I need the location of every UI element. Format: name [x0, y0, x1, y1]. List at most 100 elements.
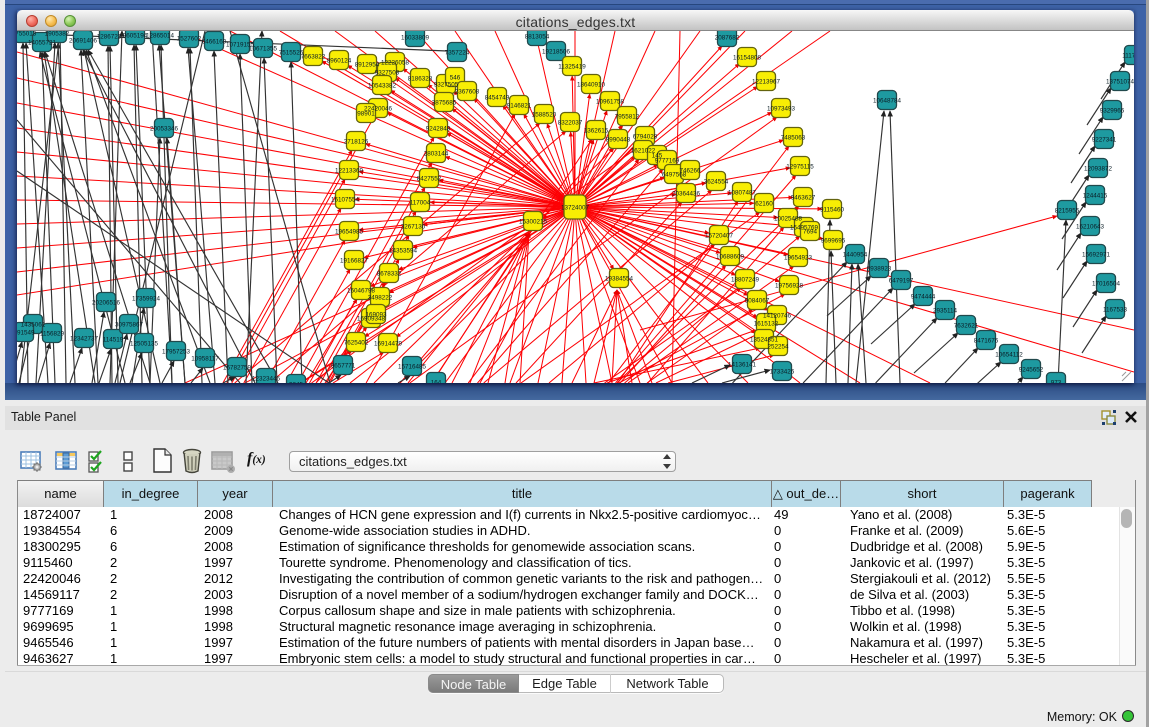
svg-text:9146821: 9146821 [507, 102, 532, 109]
svg-text:3267130: 3267130 [401, 223, 426, 230]
svg-text:8454749: 8454749 [485, 94, 510, 101]
svg-text:546: 546 [450, 74, 461, 81]
svg-text:10961758: 10961758 [596, 98, 625, 105]
svg-text:8186328: 8186328 [408, 75, 433, 82]
svg-text:10025488: 10025488 [774, 215, 803, 222]
svg-text:8813054: 8813054 [525, 33, 550, 40]
svg-text:8322037: 8322037 [558, 119, 583, 126]
svg-text:16782759: 16782759 [223, 364, 252, 371]
svg-text:1733426: 1733426 [770, 368, 795, 375]
svg-text:1167533: 1167533 [1103, 306, 1128, 313]
svg-text:973: 973 [1051, 379, 1062, 383]
svg-text:19384554: 19384554 [605, 275, 634, 282]
svg-text:19654985: 19654985 [335, 228, 364, 235]
svg-text:1905382: 1905382 [45, 31, 70, 37]
svg-text:8678332: 8678332 [377, 270, 402, 277]
svg-text:9463627: 9463627 [791, 194, 816, 201]
svg-text:9777169: 9777169 [655, 157, 680, 164]
svg-text:7632621: 7632621 [954, 322, 979, 329]
svg-text:16210643: 16210643 [1076, 223, 1105, 230]
svg-text:14136141: 14136141 [728, 361, 757, 368]
svg-text:13751074: 13751074 [1106, 78, 1134, 85]
svg-text:13524851: 13524851 [750, 336, 779, 343]
svg-text:18640910: 18640910 [577, 81, 606, 88]
svg-text:15300215: 15300215 [519, 218, 548, 225]
svg-text:7625402: 7625402 [344, 339, 369, 346]
svg-text:8427552: 8427552 [417, 175, 442, 182]
svg-text:117004: 117004 [410, 199, 431, 206]
svg-text:9084067: 9084067 [745, 297, 770, 304]
svg-text:8471676: 8471676 [974, 337, 999, 344]
svg-text:14353594: 14353594 [389, 247, 418, 254]
svg-text:1156829: 1156829 [40, 330, 65, 337]
svg-text:8912954: 8912954 [355, 61, 380, 68]
svg-text:20691406: 20691406 [69, 37, 98, 44]
svg-text:10688609: 10688609 [716, 253, 745, 260]
svg-text:12226058: 12226058 [381, 59, 410, 66]
svg-text:746266: 746266 [679, 167, 701, 174]
svg-text:20053346: 20053346 [150, 125, 179, 132]
svg-text:9245652: 9245652 [1019, 366, 1044, 373]
svg-text:10807487: 10807487 [728, 189, 757, 196]
svg-text:1362615: 1362615 [584, 127, 609, 134]
svg-text:17957253: 17957253 [162, 348, 191, 355]
svg-text:164: 164 [431, 379, 442, 383]
svg-text:2935114: 2935114 [933, 307, 958, 314]
svg-text:11325419: 11325419 [558, 63, 586, 70]
svg-text:9245: 9245 [289, 381, 304, 383]
svg-text:1615132: 1615132 [754, 320, 779, 327]
svg-text:9657771: 9657771 [331, 362, 356, 369]
svg-text:15720407: 15720407 [705, 232, 734, 239]
svg-text:9327508: 9327508 [375, 69, 400, 76]
svg-text:13724007: 13724007 [561, 204, 590, 211]
svg-text:14055721: 14055721 [28, 39, 57, 46]
svg-text:16154808: 16154808 [733, 54, 762, 61]
svg-text:15692971: 15692971 [1082, 251, 1111, 258]
svg-text:19166827: 19166827 [340, 257, 369, 264]
svg-text:10973493: 10973493 [767, 105, 796, 112]
svg-text:14120746: 14120746 [763, 312, 792, 319]
svg-text:7694: 7694 [803, 228, 818, 235]
svg-text:9605194: 9605194 [123, 32, 148, 39]
svg-text:16107554: 16107554 [331, 196, 360, 203]
svg-text:17016504: 17016504 [1092, 280, 1121, 287]
svg-text:1117033: 1117033 [1122, 52, 1134, 59]
svg-text:2803144: 2803144 [424, 150, 449, 157]
svg-text:15716485: 15716485 [398, 363, 427, 370]
svg-text:9242848: 9242848 [426, 125, 451, 132]
svg-text:98901: 98901 [357, 110, 375, 117]
svg-text:9329966: 9329966 [1100, 107, 1125, 114]
svg-text:1286723: 1286723 [97, 33, 122, 40]
svg-text:10654112: 10654112 [995, 351, 1023, 358]
svg-text:2718126: 2718126 [344, 138, 369, 145]
svg-text:12865014: 12865014 [146, 32, 175, 39]
svg-text:8938923: 8938923 [867, 265, 892, 272]
svg-text:12093872: 12093872 [1084, 165, 1113, 172]
svg-text:7357224: 7357224 [445, 49, 470, 56]
svg-text:252254: 252254 [767, 343, 789, 350]
svg-text:9227341: 9227341 [1092, 136, 1117, 143]
svg-text:10648784: 10648784 [873, 97, 902, 104]
svg-text:8215955: 8215955 [1055, 207, 1080, 214]
svg-text:2367608: 2367608 [455, 88, 480, 95]
svg-text:391549: 391549 [17, 329, 35, 336]
svg-text:9699695: 9699695 [821, 237, 846, 244]
svg-text:20364436: 20364436 [672, 190, 701, 197]
svg-text:10958117: 10958117 [191, 355, 219, 362]
svg-text:12213967: 12213967 [752, 78, 781, 85]
svg-text:3624554: 3624554 [704, 178, 729, 185]
svg-text:1588520: 1588520 [532, 111, 557, 118]
svg-text:16046798: 16046798 [347, 287, 376, 294]
svg-text:8960124: 8960124 [327, 57, 352, 64]
svg-text:169093: 169093 [365, 311, 387, 318]
svg-text:1435061: 1435061 [21, 321, 46, 328]
svg-text:10543382: 10543382 [368, 82, 397, 89]
svg-text:17359924: 17359924 [132, 295, 161, 302]
svg-text:12323446: 12323446 [252, 375, 281, 382]
svg-text:18807249: 18807249 [731, 276, 760, 283]
svg-text:1244415: 1244415 [1083, 192, 1108, 199]
svg-text:6466160: 6466160 [202, 38, 227, 45]
svg-text:9327505: 9327505 [434, 81, 459, 88]
svg-text:16914479: 16914479 [374, 340, 403, 347]
svg-text:1527602: 1527602 [177, 35, 202, 42]
